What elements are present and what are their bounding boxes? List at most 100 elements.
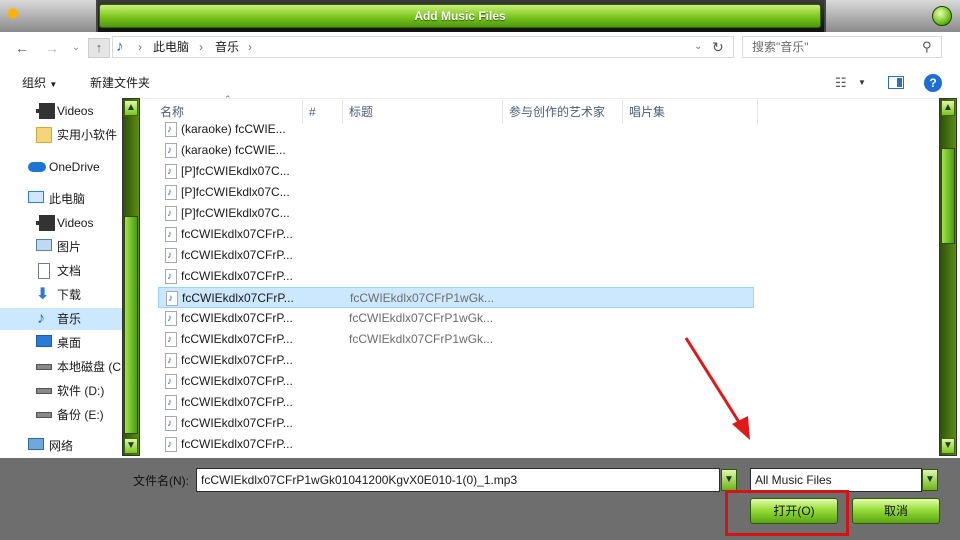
file-name: fcCWIEkdlx07CFrP... [181,395,293,409]
file-row[interactable]: ♪ fcCWIEkdlx07CFrP... [158,224,754,245]
sidebar-item-label: Videos [57,104,94,118]
sidebar-item-network[interactable]: 网络 [0,435,122,457]
breadcrumb-item-this-pc[interactable]: 此电脑 [153,36,189,58]
sidebar-item-drive-e[interactable]: 备份 (E:) [0,404,122,426]
sidebar-item-videos-pc[interactable]: Videos [0,212,122,234]
file-row[interactable]: ♪ [P]fcCWIEkdlx07C... [158,182,754,203]
scroll-down-icon[interactable]: ▼ [124,438,138,454]
view-chevron-down-icon[interactable]: ▼ [858,74,866,92]
audio-file-icon: ♪ [165,143,177,158]
sidebar-item-pictures[interactable]: 图片 [0,236,122,258]
audio-file-icon: ♪ [165,185,177,200]
network-icon [28,438,44,450]
filename-dropdown-icon[interactable]: ▼ [721,469,737,491]
file-row[interactable]: ♪ fcCWIEkdlx07CFrP... [158,350,754,371]
file-row[interactable]: ♪ [P]fcCWIEkdlx07C... [158,203,754,224]
file-name: fcCWIEkdlx07CFrP... [181,353,293,367]
sidebar-item-label: Videos [57,216,94,230]
filename-input[interactable]: fcCWIEkdlx07CFrP1wGk01041200KgvX0E010-1(… [196,468,720,492]
sidebar-item-label: 文档 [57,264,82,278]
audio-file-icon: ♪ [165,206,177,221]
download-icon: ⬇ [36,286,50,303]
file-name: (karaoke) fcCWIE... [181,122,286,136]
up-arrow-icon[interactable]: ↑ [88,38,110,58]
sidebar-item-label: 实用小软件 [57,128,118,142]
audio-file-icon: ♪ [165,374,177,389]
sidebar-scroll-thumb[interactable] [124,216,138,434]
close-orb-icon[interactable] [932,6,952,26]
sidebar-item-music[interactable]: ♪ 音乐 [0,308,122,330]
sidebar-item-drive-d[interactable]: 软件 (D:) [0,380,122,402]
view-options-icon[interactable]: ☷ [835,74,847,92]
file-list-scroll-thumb[interactable] [941,148,955,244]
sidebar-item-videos[interactable]: Videos [0,100,122,122]
organize-button[interactable]: 组织 ▼ [22,74,57,92]
sidebar-item-onedrive[interactable]: OneDrive [0,156,122,178]
drive-icon [36,364,52,370]
search-input[interactable]: 搜索"音乐" [742,36,942,58]
sidebar-item-downloads[interactable]: ⬇ 下载 [0,284,122,306]
file-row[interactable]: ♪ fcCWIEkdlx07CFrP... [158,266,754,287]
cancel-button[interactable]: 取消 [852,498,940,524]
file-name: fcCWIEkdlx07CFrP... [181,416,293,430]
audio-file-icon: ♪ [165,164,177,179]
breadcrumb-item-music[interactable]: 音乐 [215,36,239,58]
video-icon [36,103,55,119]
sidebar-item-label: 音乐 [57,312,82,326]
scroll-up-icon[interactable]: ▲ [941,100,955,116]
help-icon[interactable]: ? [924,74,942,92]
recent-chevron-icon[interactable]: ⌄ [66,38,86,58]
folder-icon [36,127,52,143]
file-row[interactable]: ♪ fcCWIEkdlx07CFrP... fcCWIEkdlx07CFrP1wGk… [158,329,754,350]
file-name: [P]fcCWIEkdlx07C... [181,206,290,220]
file-row[interactable]: ♪ fcCWIEkdlx07CFrP... [158,413,754,434]
sidebar-item-label: 软件 (D:) [57,384,105,398]
music-icon: ♪ [37,310,45,327]
file-row[interactable]: ♪ (karaoke) fcCWIE... [158,140,754,161]
sort-indicator-icon: ⌃ [224,94,232,104]
cloud-icon [28,162,46,172]
open-button-highlight [725,490,849,536]
sidebar-item-label: 桌面 [57,336,82,350]
forward-arrow-icon[interactable]: → [42,38,62,58]
audio-file-icon: ♪ [165,269,177,284]
refresh-icon[interactable]: ↻ [712,36,724,58]
file-row[interactable]: ♪ fcCWIEkdlx07CFrP... [158,245,754,266]
scroll-up-icon[interactable]: ▲ [124,100,138,116]
sidebar-item-documents[interactable]: 文档 [0,260,122,282]
drive-icon [36,388,52,394]
back-arrow-icon[interactable]: ← [12,38,32,58]
file-row[interactable]: ♪ fcCWIEkdlx07CFrP... [158,371,754,392]
file-type-dropdown-icon[interactable]: ▼ [922,469,938,491]
file-row[interactable]: ♪ fcCWIEkdlx07CFrP... [158,434,754,455]
sidebar-item-label: 本地磁盘 (C [57,360,121,374]
file-row-selected[interactable]: ♪ fcCWIEkdlx07CFrP... fcCWIEkdlx07CFrP1wGk… [158,287,754,308]
sidebar-item-desktop[interactable]: 桌面 [0,332,122,354]
file-row[interactable]: ♪ (karaoke) fcCWIE... [158,119,754,140]
address-dropdown-icon[interactable]: ⌄ [694,36,702,58]
annotation-arrow-icon [684,337,750,440]
file-title: fcCWIEkdlx07CFrP1wGk... [350,291,495,305]
audio-file-icon: ♪ [165,437,177,452]
file-name: fcCWIEkdlx07CFrP... [181,332,293,346]
scroll-down-icon[interactable]: ▼ [941,438,955,454]
audio-file-icon: ♪ [165,227,177,242]
sidebar-item-label: 下载 [57,288,82,302]
address-bar[interactable] [112,36,734,58]
sidebar-item-drive-c[interactable]: 本地磁盘 (C [0,356,122,378]
preview-pane-icon[interactable] [888,76,904,89]
file-row[interactable]: ♪ fcCWIEkdlx07CFrP... fcCWIEkdlx07CFrP1wGk… [158,308,754,329]
breadcrumb-separator-icon: › [199,40,203,54]
search-icon[interactable]: ⚲ [922,38,938,56]
audio-file-icon: ♪ [165,353,177,368]
file-name: [P]fcCWIEkdlx07C... [181,164,290,178]
file-type-select[interactable]: All Music Files [750,468,922,492]
column-separator[interactable] [757,100,758,124]
file-row[interactable]: ♪ fcCWIEkdlx07CFrP... [158,392,754,413]
new-folder-button[interactable]: 新建文件夹 [90,74,150,92]
file-row[interactable]: ♪ [P]fcCWIEkdlx07C... [158,161,754,182]
computer-icon [28,191,44,203]
sidebar-item-utilities[interactable]: 实用小软件 [0,124,122,146]
file-name: fcCWIEkdlx07CFrP... [181,311,293,325]
sidebar-item-this-pc[interactable]: 此电脑 [0,188,122,210]
